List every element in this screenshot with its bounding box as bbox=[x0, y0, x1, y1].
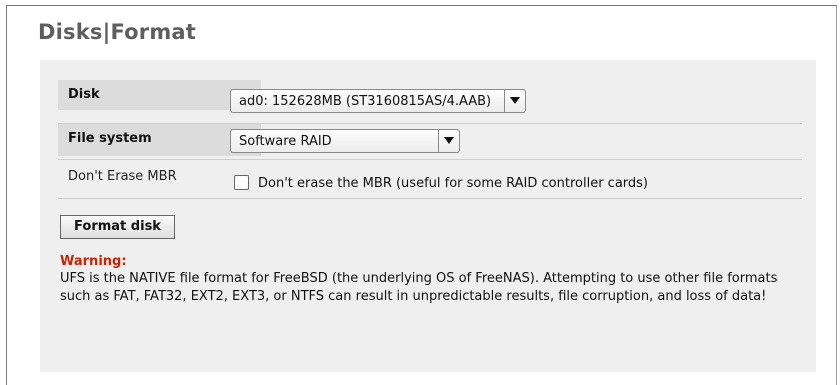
format-panel: Disk ad0: 152628MB (ST3160815AS/4.AAB) F… bbox=[40, 60, 816, 372]
warning-text: UFS is the NATIVE file format for FreeBS… bbox=[60, 271, 778, 304]
file-system-select[interactable]: Software RAID bbox=[230, 129, 460, 153]
chevron-down-icon[interactable] bbox=[504, 90, 525, 112]
warning-title: Warning: bbox=[60, 254, 127, 269]
erase-mbr-checkbox-label: Don't erase the MBR (useful for some RAI… bbox=[258, 176, 649, 191]
disk-select-value: ad0: 152628MB (ST3160815AS/4.AAB) bbox=[239, 94, 492, 109]
disk-select[interactable]: ad0: 152628MB (ST3160815AS/4.AAB) bbox=[230, 89, 526, 113]
row-divider bbox=[58, 198, 802, 199]
erase-mbr-label: Don't Erase MBR bbox=[68, 169, 177, 184]
page-title: Disks|Format bbox=[38, 20, 197, 44]
erase-mbr-checkbox[interactable] bbox=[234, 175, 249, 190]
chevron-down-icon[interactable] bbox=[438, 130, 459, 152]
format-disk-button[interactable]: Format disk bbox=[60, 215, 175, 239]
file-system-select-value: Software RAID bbox=[239, 134, 332, 149]
